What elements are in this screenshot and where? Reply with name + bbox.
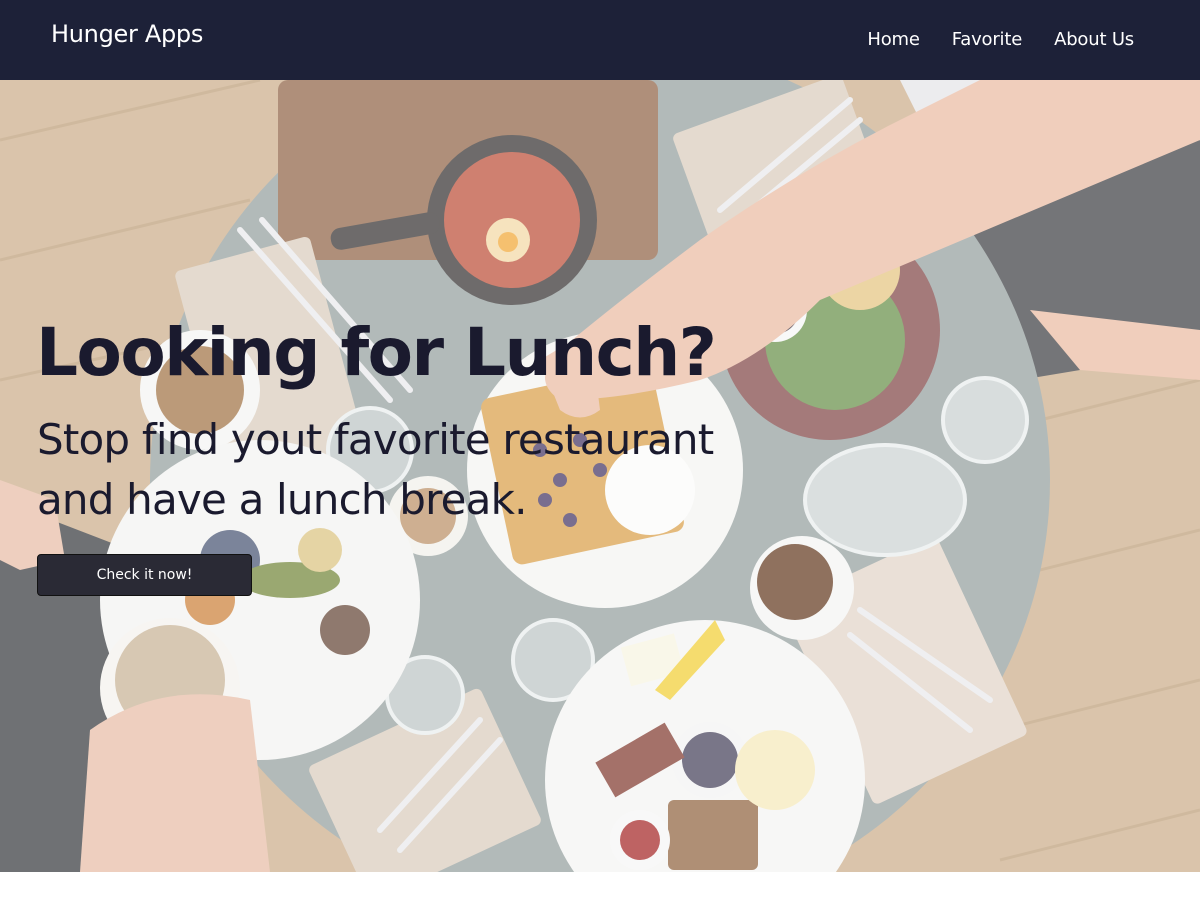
hero-subtitle: Stop find yout favorite restaurant and h…: [37, 415, 714, 524]
navbar: Hunger Apps Home Favorite About Us: [0, 0, 1200, 80]
brand-title[interactable]: Hunger Apps: [51, 20, 203, 48]
nav-link-home[interactable]: Home: [867, 29, 920, 50]
nav-link-favorite[interactable]: Favorite: [952, 29, 1023, 50]
check-it-now-button[interactable]: Check it now!: [37, 554, 252, 596]
nav-menu: Home Favorite About Us: [867, 29, 1134, 50]
hero-section: Looking for Lunch? Stop find yout favori…: [0, 80, 1200, 872]
nav-link-about-us[interactable]: About Us: [1054, 29, 1134, 50]
hero-title: Looking for Lunch?: [36, 314, 717, 391]
